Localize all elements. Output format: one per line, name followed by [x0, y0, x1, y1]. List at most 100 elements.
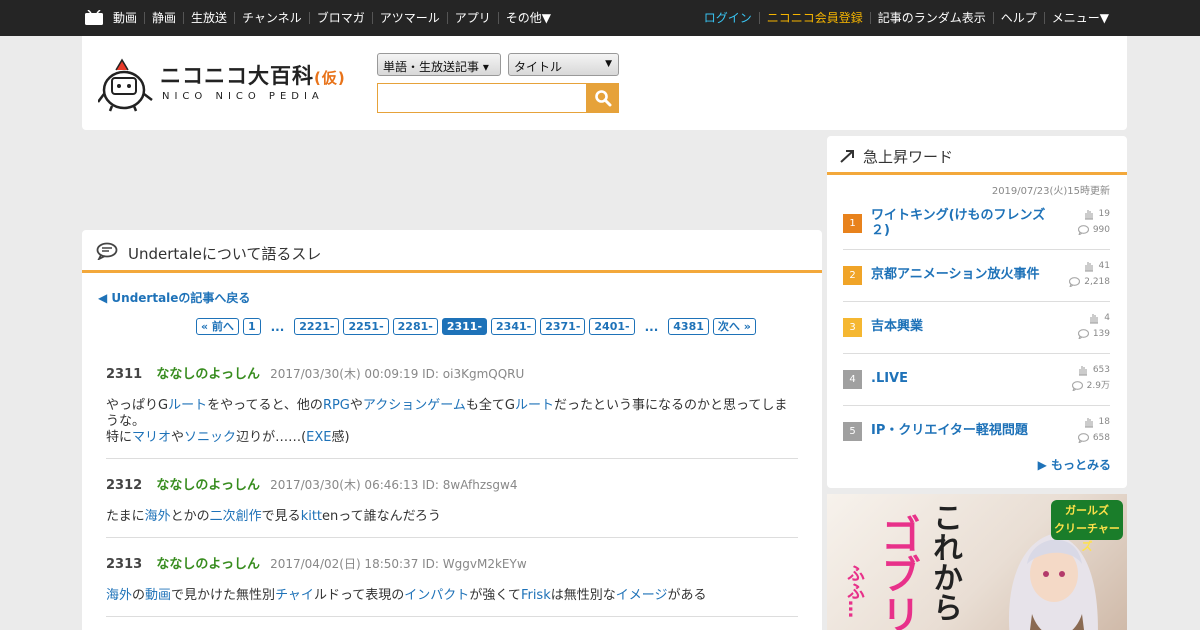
login-link[interactable]: ログイン	[697, 12, 759, 24]
help-link[interactable]: ヘルプ	[992, 12, 1044, 24]
nav-seiga[interactable]: 静画	[144, 12, 183, 24]
speech-bubble-icon	[96, 242, 118, 260]
keyword-link[interactable]: 動画	[145, 588, 171, 603]
post-number[interactable]: 2311	[106, 367, 142, 382]
keyword-link[interactable]: アクションゲーム	[363, 398, 466, 413]
ad-text: ふふ…	[844, 564, 865, 618]
rising-item[interactable]: 2 京都アニメーション放火事件 41 2,218	[843, 250, 1110, 302]
post-text: 特に	[106, 430, 133, 445]
keyword-link[interactable]: Frisk	[521, 588, 551, 603]
pager-page[interactable]: 2341-	[491, 318, 537, 335]
hand-icon	[1084, 210, 1093, 220]
post-text: で見る	[261, 509, 301, 524]
back-to-article-link[interactable]: ◀ Undertaleの記事へ戻る	[98, 289, 250, 306]
keyword-link[interactable]: 海外	[145, 509, 171, 524]
hand-icon	[1084, 418, 1093, 428]
rising-words-title: 急上昇ワード	[863, 148, 954, 166]
rank-badge: 5	[843, 422, 862, 441]
keyword-link[interactable]: 海外	[106, 588, 132, 603]
rising-item-stats: 653 2.9万	[1071, 362, 1110, 394]
site-logo[interactable]: ニコニコ大百科(仮) NICO NICO PEDIA	[98, 56, 345, 112]
rising-item[interactable]: 4 .LIVE 653 2.9万	[843, 354, 1110, 406]
pager-ellipsis: ...	[644, 319, 659, 334]
post-header: 2311 ななしのよっしん 2017/03/30(木) 00:09:19 ID:…	[106, 363, 798, 382]
post-number[interactable]: 2313	[106, 557, 142, 572]
user-nav: ログイン ニコニコ会員登録 記事のランダム表示 ヘルプ メニュー▼	[697, 0, 1116, 36]
nav-live[interactable]: 生放送	[183, 12, 234, 24]
post-number[interactable]: 2312	[106, 478, 142, 493]
pager-next[interactable]: 次へ »	[712, 318, 756, 335]
keyword-link[interactable]: インパクト	[404, 588, 469, 603]
post-text: や	[349, 398, 363, 413]
bbs-post: 2313 ななしのよっしん 2017/04/02(日) 18:50:37 ID:…	[106, 553, 798, 604]
menu-dropdown[interactable]: メニュー▼	[1043, 12, 1116, 24]
search-input[interactable]	[377, 83, 587, 113]
post-text: 辺りが……(	[236, 430, 307, 445]
search-field-select[interactable]: タイトル ▼	[508, 53, 619, 76]
search-type-select[interactable]: 単語・生放送記事 ▾	[377, 53, 501, 76]
nav-other-dropdown[interactable]: その他▼	[497, 12, 558, 24]
post-author: ななしのよっしん	[156, 367, 260, 382]
pager-current-page[interactable]: 2311-	[441, 318, 488, 335]
register-link[interactable]: ニコニコ会員登録	[758, 12, 870, 24]
keyword-link[interactable]: ソニック	[184, 430, 236, 445]
rising-words-panel: 急上昇ワード 2019/07/23(火)15時更新 1 ワイトキング(けものフレ…	[827, 136, 1127, 488]
search-icon	[595, 90, 612, 107]
thread-pager: « 前へ 1 ... 2221- 2251- 2281- 2311- 2341-…	[196, 318, 760, 335]
pager-page[interactable]: 2221-	[294, 318, 340, 335]
rising-item-label[interactable]: 京都アニメーション放火事件	[871, 267, 1051, 282]
ad-text: ゴブリ	[874, 514, 920, 630]
random-article-link[interactable]: 記事のランダム表示	[869, 12, 993, 24]
global-nav-bar: 動画 静画 生放送 チャンネル ブロマガ アツマール アプリ その他▼ ログイン…	[0, 0, 1200, 36]
rising-item-label[interactable]: .LIVE	[871, 371, 1051, 386]
keyword-link[interactable]: kitt	[301, 509, 322, 524]
post-divider	[106, 458, 798, 459]
post-text: が強くて	[469, 588, 521, 603]
pager-last[interactable]: 4381	[668, 318, 709, 335]
comment-icon	[1077, 329, 1089, 339]
rising-item-comments: 2.9万	[1086, 381, 1110, 391]
rising-item[interactable]: 3 吉本興業 4 139	[843, 302, 1110, 354]
pager-page[interactable]: 2251-	[343, 318, 389, 335]
nav-channel[interactable]: チャンネル	[234, 12, 309, 24]
keyword-link[interactable]: 二次創作	[210, 509, 262, 524]
pager-prev[interactable]: « 前へ	[196, 318, 239, 335]
niconico-tv-icon[interactable]	[85, 10, 103, 25]
keyword-link[interactable]: マリオ	[132, 430, 171, 445]
rising-item[interactable]: 5 IP・クリエイター軽視問題 18 658	[843, 406, 1110, 458]
rising-more-link[interactable]: ▶ もっとみる	[1038, 456, 1111, 473]
rising-item-label[interactable]: ワイトキング(けものフレンズ２)	[871, 208, 1051, 238]
keyword-link[interactable]: チャイ	[275, 588, 314, 603]
post-header: 2312 ななしのよっしん 2017/03/30(木) 06:46:13 ID:…	[106, 474, 798, 493]
post-body: やっぱりGルートをやってると、他のRPGやアクションゲームも全てGルートだったと…	[106, 398, 798, 446]
rising-item-label[interactable]: IP・クリエイター軽視問題	[871, 423, 1051, 438]
keyword-link[interactable]: EXE	[306, 430, 331, 445]
keyword-link[interactable]: RPG	[323, 398, 350, 413]
site-header: ニコニコ大百科(仮) NICO NICO PEDIA 単語・生放送記事 ▾ タイ…	[82, 36, 1127, 130]
post-text: も全てG	[465, 398, 515, 413]
keyword-link[interactable]: ルート	[515, 398, 554, 413]
keyword-link[interactable]: イメージ	[616, 588, 668, 603]
comment-icon	[1071, 381, 1083, 391]
pager-first[interactable]: 1	[242, 318, 261, 335]
nav-atsumaru[interactable]: アツマール	[371, 12, 447, 24]
comment-icon	[1077, 433, 1089, 443]
nav-blomaga[interactable]: ブロマガ	[308, 12, 372, 24]
nav-douga[interactable]: 動画	[113, 12, 144, 24]
comment-icon	[1069, 277, 1081, 287]
rising-item-label[interactable]: 吉本興業	[871, 319, 1051, 334]
post-text: は無性別な	[550, 588, 616, 603]
search-button[interactable]	[587, 83, 619, 113]
rising-item-stats: 18 658	[1077, 414, 1110, 446]
pager-page[interactable]: 2281-	[392, 318, 438, 335]
pager-page[interactable]: 2371-	[540, 318, 586, 335]
hand-icon	[1090, 314, 1099, 324]
pager-page[interactable]: 2401-	[589, 318, 635, 335]
ad-banner[interactable]: これから ゴブリ ふふ… ガールズ クリーチャーズ	[827, 494, 1127, 630]
post-text: をやってると、他の	[207, 398, 323, 413]
rising-item[interactable]: 1 ワイトキング(けものフレンズ２) 19 990	[843, 198, 1110, 250]
rising-item-pico: 41	[1098, 261, 1110, 271]
post-text: やっぱりG	[106, 398, 169, 413]
nav-app[interactable]: アプリ	[446, 12, 498, 24]
keyword-link[interactable]: ルート	[168, 398, 207, 413]
